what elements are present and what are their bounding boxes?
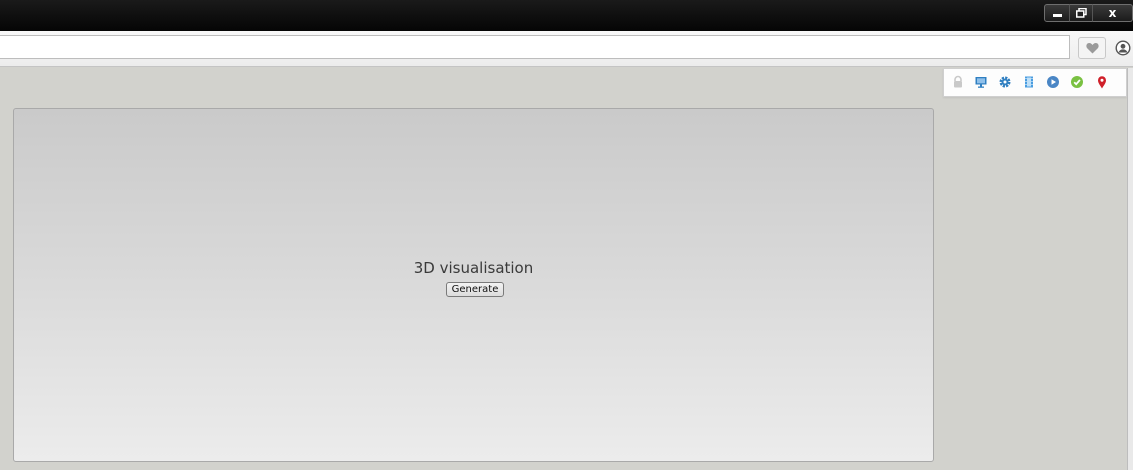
browser-toolbar [0,31,1133,67]
favorite-button[interactable] [1078,37,1106,59]
generate-button[interactable]: Generate [446,282,504,297]
address-bar[interactable] [0,35,1070,59]
play-icon[interactable] [1046,75,1060,89]
close-icon: x [1108,6,1117,20]
minimize-icon [1052,14,1062,17]
gear-icon[interactable] [998,75,1012,89]
visualisation-title: 3D visualisation [413,259,534,277]
window-title-bar: x [0,0,1133,31]
minimize-button[interactable] [1044,4,1070,22]
close-button[interactable]: x [1092,4,1133,22]
visualisation-panel: 3D visualisation Generate [13,108,934,462]
lock-icon[interactable] [951,75,965,89]
maximize-icon [1075,8,1087,18]
maximize-button[interactable] [1069,4,1093,22]
account-icon [1115,40,1131,56]
monitor-icon[interactable] [974,75,988,89]
map-pin-icon[interactable] [1095,75,1109,89]
extensions-bar [943,68,1127,97]
shield-check-icon[interactable] [1070,75,1084,89]
heart-icon [1085,43,1099,54]
scrollbar[interactable] [1127,68,1133,470]
account-button[interactable] [1110,36,1133,60]
film-icon[interactable] [1022,75,1036,89]
